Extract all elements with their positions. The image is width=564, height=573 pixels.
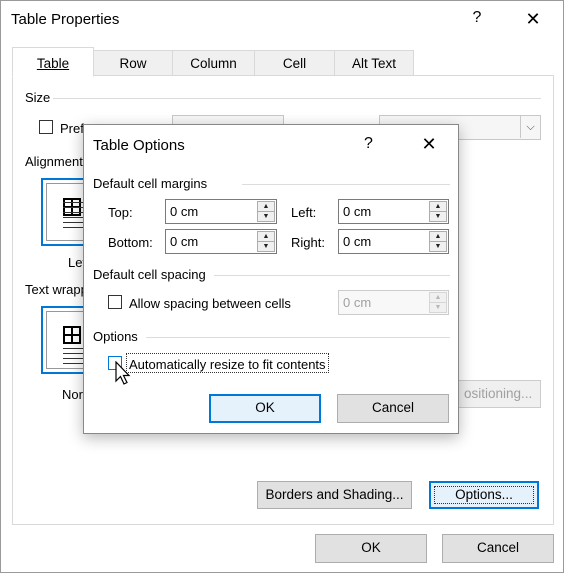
dialog-title: Table Options — [93, 137, 185, 154]
wrap-none-caption: Nor — [62, 387, 83, 402]
tab-alt-text-label: Alt Text — [351, 56, 397, 71]
text-wrapping-section-label: Text wrapp — [25, 282, 88, 297]
close-icon[interactable]: ✕ — [521, 7, 545, 31]
auto-resize-label: Automatically resize to fit contents — [129, 357, 326, 372]
spin-down-icon[interactable]: ▼ — [257, 241, 275, 252]
tab-row[interactable]: Row — [93, 50, 173, 76]
preferred-width-checkbox[interactable] — [39, 120, 53, 134]
bottom-margin-label: Bottom: — [108, 235, 153, 250]
left-margin-spinner[interactable]: 0 cm ▲ ▼ — [338, 199, 449, 224]
table-options-dialog: Table Options ? ✕ Default cell margins T… — [83, 124, 459, 434]
tab-table-label: Table — [36, 56, 70, 71]
tab-column[interactable]: Column — [172, 50, 255, 76]
cell-spacing-section-label: Default cell spacing — [93, 267, 206, 282]
tab-cell[interactable]: Cell — [254, 50, 335, 76]
top-margin-label: Top: — [108, 205, 133, 220]
spin-down-icon[interactable]: ▼ — [429, 211, 447, 222]
spacing-spinner[interactable]: 0 cm ▲ ▼ — [338, 290, 449, 315]
bottom-margin-spinner[interactable]: 0 cm ▲ ▼ — [165, 229, 277, 254]
cancel-button[interactable]: Cancel — [442, 534, 554, 563]
right-margin-value: 0 cm — [343, 234, 372, 249]
allow-spacing-label: Allow spacing between cells — [129, 296, 291, 311]
ok-button[interactable]: OK — [315, 534, 427, 563]
spacing-value: 0 cm — [343, 295, 372, 310]
table-grid-icon — [63, 326, 81, 344]
cell-spacing-divider — [214, 275, 450, 276]
borders-shading-button[interactable]: Borders and Shading... — [257, 481, 412, 509]
close-icon[interactable]: ✕ — [419, 134, 439, 154]
cell-margins-section-label: Default cell margins — [93, 176, 208, 191]
spin-down-icon[interactable]: ▼ — [429, 241, 447, 252]
spin-down-icon[interactable]: ▼ — [429, 302, 447, 313]
spin-down-icon[interactable]: ▼ — [257, 211, 275, 222]
options-button[interactable]: Options... — [429, 481, 539, 509]
options-divider — [146, 337, 450, 338]
tab-row-label: Row — [119, 56, 147, 71]
cell-margins-divider — [242, 184, 450, 185]
size-divider — [53, 98, 541, 99]
ok-button[interactable]: OK — [209, 394, 321, 423]
size-section-label: Size — [25, 90, 51, 105]
top-margin-value: 0 cm — [170, 204, 199, 219]
preferred-width-label: Pref — [60, 121, 84, 136]
dialog-title: Table Properties — [11, 11, 120, 28]
help-icon[interactable]: ? — [364, 135, 373, 153]
mouse-cursor-icon — [115, 361, 131, 385]
tab-table[interactable]: Table — [12, 47, 94, 77]
top-margin-spinner[interactable]: 0 cm ▲ ▼ — [165, 199, 277, 224]
focus-ring — [434, 486, 534, 504]
bottom-margin-value: 0 cm — [170, 234, 199, 249]
help-icon[interactable]: ? — [468, 9, 486, 31]
left-margin-value: 0 cm — [343, 204, 372, 219]
alignment-section-label: Alignment — [25, 154, 83, 169]
left-margin-label: Left: — [291, 205, 317, 220]
right-margin-spinner[interactable]: 0 cm ▲ ▼ — [338, 229, 449, 254]
tab-column-label: Column — [190, 56, 237, 71]
allow-spacing-checkbox[interactable] — [108, 295, 122, 309]
tab-alt-text[interactable]: Alt Text — [334, 50, 414, 76]
options-section-label: Options — [93, 329, 138, 344]
tab-cell-label: Cell — [282, 56, 307, 71]
cancel-button[interactable]: Cancel — [337, 394, 449, 423]
chevron-down-icon: ⌵ — [520, 116, 540, 138]
right-margin-label: Right: — [291, 235, 325, 250]
